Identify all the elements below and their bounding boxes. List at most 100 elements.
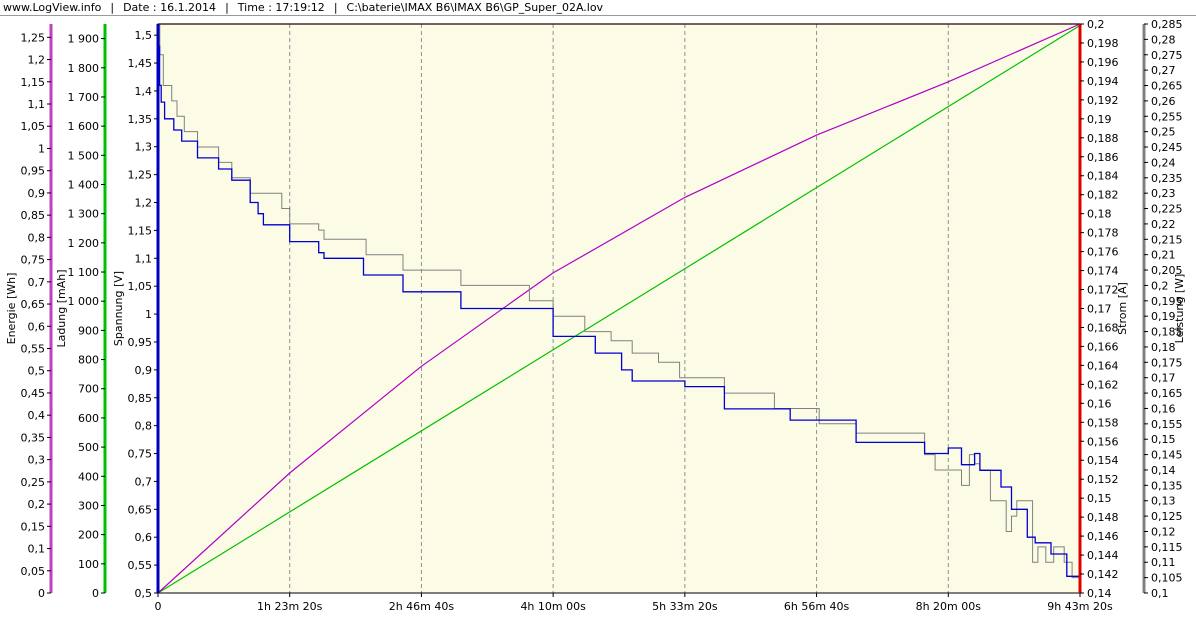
energie-tick-label: 0,9 <box>28 187 46 200</box>
ladung-tick-label: 600 <box>78 412 99 425</box>
x-tick-label: 9h 43m 20s <box>1047 600 1113 613</box>
spannung-tick-label: 1,3 <box>135 141 153 154</box>
energie-tick-label: 0,75 <box>21 254 46 267</box>
spannung-axis-title: Spannung [V] <box>112 271 125 346</box>
ladung-tick-label: 1 500 <box>68 149 100 162</box>
ladung-tick-label: 1 600 <box>68 120 100 133</box>
strom-tick-label: 0,166 <box>1087 340 1119 353</box>
leistung-axis-title: Leistung [W] <box>1173 274 1186 344</box>
strom-tick-label: 0,188 <box>1087 132 1119 145</box>
energie-tick-label: 0,85 <box>21 209 46 222</box>
ladung-tick-label: 1 200 <box>68 237 100 250</box>
energie-tick-label: 0,95 <box>21 165 46 178</box>
battery-discharge-chart: 00,050,10,150,20,250,30,350,40,450,50,55… <box>5 18 1186 613</box>
spannung-tick-label: 0,9 <box>135 364 153 377</box>
leistung-tick-label: 0,255 <box>1151 110 1183 123</box>
energie-tick-label: 0,8 <box>28 231 46 244</box>
strom-tick-label: 0,16 <box>1087 397 1112 410</box>
leistung-tick-label: 0,105 <box>1151 572 1183 585</box>
leistung-tick-label: 0,21 <box>1151 249 1176 262</box>
strom-tick-label: 0,15 <box>1087 492 1112 505</box>
ladung-tick-label: 0 <box>92 587 99 600</box>
spannung-tick-label: 1,5 <box>135 29 153 42</box>
strom-tick-label: 0,196 <box>1087 56 1119 69</box>
leistung-tick-label: 0,135 <box>1151 479 1183 492</box>
energie-tick-label: 0 <box>38 587 45 600</box>
x-axis: 0 1h 23m 20s 2h 46m 40s 4h 10m 00s 5h 33m 20… <box>155 593 1113 613</box>
energie-tick-label: 0,1 <box>28 543 46 556</box>
leistung-tick-label: 0,26 <box>1151 95 1176 108</box>
spannung-tick-label: 1,15 <box>128 224 153 237</box>
spannung-tick-label: 0,5 <box>135 587 153 600</box>
leistung-tick-label: 0,165 <box>1151 387 1183 400</box>
x-tick-label: 0 <box>155 600 162 613</box>
energie-tick-label: 0,6 <box>28 320 46 333</box>
strom-tick-label: 0,148 <box>1087 511 1119 524</box>
energie-axis-title: Energie [Wh] <box>5 273 18 345</box>
leistung-tick-label: 0,235 <box>1151 172 1183 185</box>
spannung-tick-label: 0,6 <box>135 531 153 544</box>
strom-tick-label: 0,174 <box>1087 265 1119 278</box>
leistung-tick-label: 0,17 <box>1151 372 1176 385</box>
leistung-tick-label: 0,25 <box>1151 126 1176 139</box>
energie-tick-label: 1,1 <box>28 98 46 111</box>
ladung-tick-label: 1 100 <box>68 266 100 279</box>
strom-axis: 0,14 0,142 0,144 0,146 0,148 0,15 0,152 0,154 0,… <box>1078 18 1129 600</box>
strom-tick-label: 0,144 <box>1087 549 1119 562</box>
energie-tick-label: 0,15 <box>21 520 46 533</box>
ladung-axis-title: Ladung [mAh] <box>55 269 68 347</box>
leistung-tick-label: 0,14 <box>1151 464 1176 477</box>
energie-tick-label: 0,35 <box>21 431 46 444</box>
strom-tick-label: 0,18 <box>1087 208 1112 221</box>
ladung-tick-label: 200 <box>78 529 99 542</box>
energie-tick-label: 1,15 <box>21 76 46 89</box>
ladung-tick-label: 500 <box>78 441 99 454</box>
energie-tick-label: 0,5 <box>28 365 46 378</box>
spannung-tick-label: 1,25 <box>128 169 153 182</box>
leistung-tick-label: 0,23 <box>1151 187 1176 200</box>
leistung-tick-label: 0,18 <box>1151 341 1176 354</box>
leistung-tick-label: 0,16 <box>1151 402 1176 415</box>
energie-tick-label: 0,05 <box>21 565 46 578</box>
energie-tick-label: 0,45 <box>21 387 46 400</box>
spannung-tick-label: 1,4 <box>135 85 153 98</box>
spannung-tick-label: 0,85 <box>128 392 153 405</box>
spannung-tick-label: 1,05 <box>128 280 153 293</box>
spannung-tick-label: 1,2 <box>135 197 153 210</box>
leistung-tick-label: 0,27 <box>1151 64 1176 77</box>
strom-tick-label: 0,19 <box>1087 113 1112 126</box>
strom-tick-label: 0,172 <box>1087 284 1119 297</box>
strom-tick-label: 0,146 <box>1087 530 1119 543</box>
leistung-tick-label: 0,145 <box>1151 449 1183 462</box>
leistung-tick-label: 0,15 <box>1151 433 1176 446</box>
ladung-axis: 0 100 200 300 400 500 600 700 800 900 1 000 1 100 1 … <box>55 24 107 600</box>
leistung-tick-label: 0,125 <box>1151 510 1183 523</box>
spannung-tick-label: 1,45 <box>128 57 153 70</box>
spannung-tick-label: 1,1 <box>135 252 153 265</box>
ladung-tick-label: 900 <box>78 324 99 337</box>
leistung-tick-label: 0,11 <box>1151 556 1176 569</box>
energie-tick-label: 0,25 <box>21 476 46 489</box>
leistung-tick-label: 0,265 <box>1151 80 1183 93</box>
strom-tick-label: 0,176 <box>1087 246 1119 259</box>
ladung-tick-label: 700 <box>78 383 99 396</box>
energie-tick-label: 0,3 <box>28 454 46 467</box>
strom-tick-label: 0,184 <box>1087 170 1119 183</box>
x-tick-label: 2h 46m 40s <box>389 600 455 613</box>
strom-tick-label: 0,142 <box>1087 568 1119 581</box>
strom-tick-label: 0,192 <box>1087 94 1119 107</box>
ladung-tick-label: 1 900 <box>68 33 100 46</box>
spannung-axis: 0,5 0,55 0,6 0,65 0,7 0,75 0,8 0,85 0,9 0,95 1 1,05… <box>112 24 160 600</box>
leistung-tick-label: 0,2 <box>1151 279 1169 292</box>
ladung-tick-label: 800 <box>78 354 99 367</box>
energie-tick-label: 0,55 <box>21 343 46 356</box>
leistung-tick-label: 0,245 <box>1151 141 1183 154</box>
energie-tick-label: 1 <box>38 142 45 155</box>
ladung-tick-label: 300 <box>78 499 99 512</box>
energie-axis: 0 0,05 0,1 0,15 0,2 0,25 0,3 0,35 0,4 0,45 0,5 0,55… <box>5 24 53 600</box>
x-tick-label: 6h 56m 40s <box>784 600 850 613</box>
leistung-tick-label: 0,13 <box>1151 495 1176 508</box>
spannung-tick-label: 1 <box>145 308 152 321</box>
energie-tick-label: 0,2 <box>28 498 46 511</box>
leistung-tick-label: 0,175 <box>1151 356 1183 369</box>
